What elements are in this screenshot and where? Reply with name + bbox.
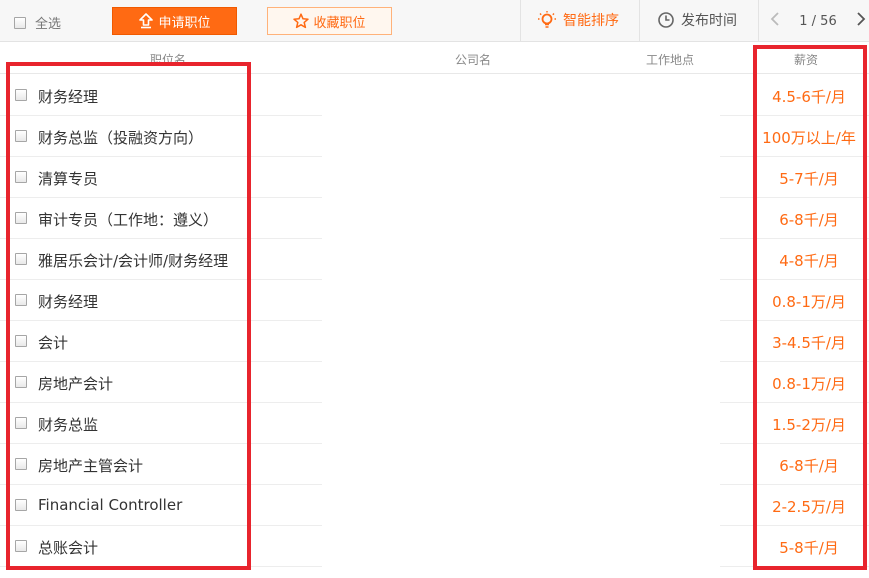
job-title-link[interactable]: 财务经理 [38, 291, 98, 312]
publish-time-label: 发布时间 [681, 13, 737, 29]
salary: 2-2.5万/月 [772, 498, 846, 516]
column-location: 工作地点 [646, 53, 695, 67]
column-salary: 薪资 [794, 53, 819, 67]
row-checkbox[interactable] [15, 540, 27, 552]
row-checkbox[interactable] [15, 294, 27, 306]
job-title-link[interactable]: 会计 [38, 332, 68, 353]
favorite-job-button[interactable]: 收藏职位 [267, 7, 392, 35]
select-all-checkbox[interactable] [14, 16, 26, 29]
row-checkbox[interactable] [15, 335, 27, 347]
column-company: 公司名 [455, 53, 492, 67]
table-header: 职位名 公司名 工作地点 薪资 [0, 42, 869, 74]
row-checkbox[interactable] [15, 130, 27, 142]
job-title-link[interactable]: 总账会计 [38, 537, 98, 558]
row-checkbox[interactable] [15, 212, 27, 224]
row-checkbox[interactable] [15, 89, 27, 101]
column-position: 职位名 [150, 53, 187, 67]
divider [758, 0, 759, 42]
salary: 1.5-2万/月 [772, 416, 846, 434]
apply-job-button[interactable]: 申请职位 [112, 7, 237, 35]
salary: 5-8千/月 [779, 539, 839, 557]
job-title-link[interactable]: Financial Controller [38, 496, 182, 514]
row-checkbox[interactable] [15, 499, 27, 511]
divider [520, 0, 521, 42]
star-icon [293, 13, 310, 29]
select-all[interactable]: 全选 [14, 13, 61, 32]
redacted-area [322, 76, 720, 572]
salary: 5-7千/月 [779, 170, 839, 188]
favorite-job-label: 收藏职位 [313, 15, 366, 31]
salary: 100万以上/年 [762, 129, 856, 147]
lightbulb-icon [537, 10, 557, 30]
job-title-link[interactable]: 审计专员（工作地：遵义） [38, 209, 218, 230]
job-title-link[interactable]: 财务经理 [38, 86, 98, 107]
job-title-link[interactable]: 清算专员 [38, 168, 98, 189]
salary: 3-4.5千/月 [772, 334, 846, 352]
job-title-link[interactable]: 财务总监 [38, 414, 98, 435]
pagination: 1 / 56 [770, 10, 866, 32]
salary: 6-8千/月 [779, 457, 839, 475]
publish-time-sort-button[interactable]: 发布时间 [657, 10, 737, 30]
apply-job-label: 申请职位 [158, 15, 211, 31]
smart-sort-label: 智能排序 [563, 13, 619, 29]
job-title-link[interactable]: 财务总监（投融资方向） [38, 127, 203, 148]
job-title-link[interactable]: 房地产会计 [38, 373, 113, 394]
salary: 0.8-1万/月 [772, 293, 846, 311]
page-indicator: 1 / 56 [799, 13, 837, 29]
salary: 4.5-6千/月 [772, 88, 846, 106]
job-title-link[interactable]: 房地产主管会计 [38, 455, 143, 476]
select-all-label: 全选 [35, 17, 62, 32]
clock-icon [657, 11, 675, 29]
salary: 0.8-1万/月 [772, 375, 846, 393]
row-checkbox[interactable] [15, 417, 27, 429]
row-checkbox[interactable] [15, 376, 27, 388]
toolbar: 全选 申请职位 收藏职位 智能排序 发布时间 1 / 56 [0, 0, 869, 42]
salary: 6-8千/月 [779, 211, 839, 229]
salary: 4-8千/月 [779, 252, 839, 270]
row-checkbox[interactable] [15, 171, 27, 183]
row-checkbox[interactable] [15, 253, 27, 265]
prev-page-icon[interactable] [770, 11, 780, 31]
apply-icon [138, 13, 154, 29]
divider [639, 0, 640, 42]
smart-sort-button[interactable]: 智能排序 [537, 10, 619, 30]
job-title-link[interactable]: 雅居乐会计/会计师/财务经理 [38, 250, 228, 271]
row-checkbox[interactable] [15, 458, 27, 470]
next-page-icon[interactable] [856, 11, 866, 31]
